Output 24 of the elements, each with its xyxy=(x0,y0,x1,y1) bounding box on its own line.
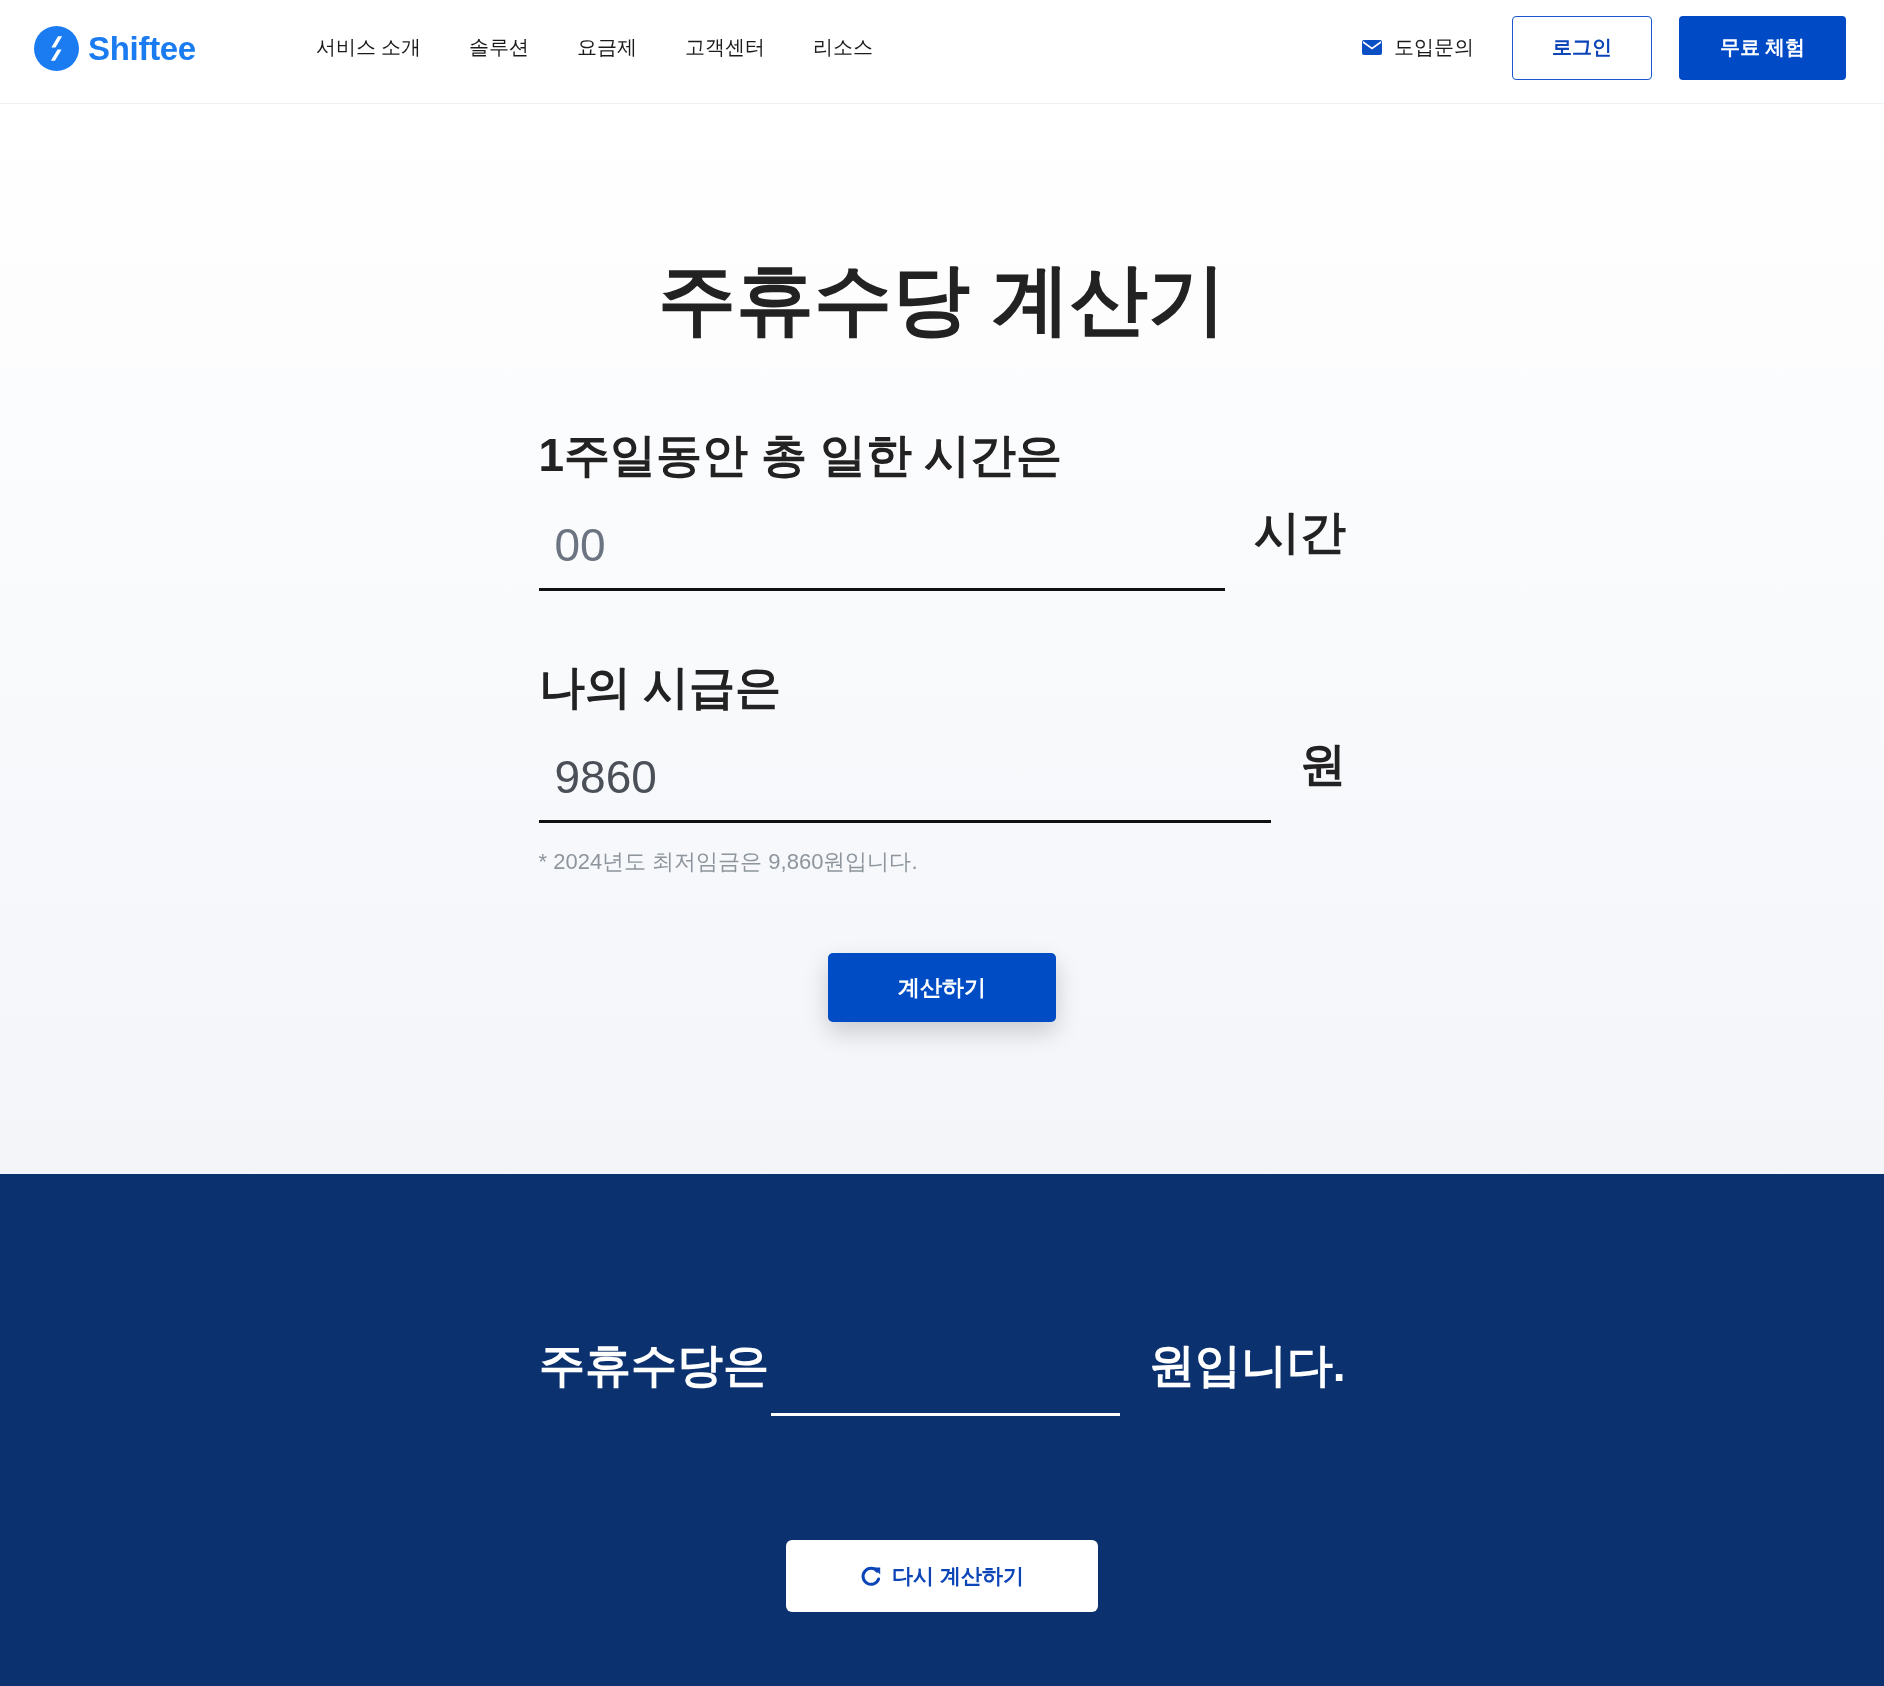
logo-link[interactable]: Shiftee xyxy=(34,24,196,71)
nav-link[interactable]: 고객센터 xyxy=(685,34,766,61)
field-label: 1주일동안 총 일한 시간은 xyxy=(538,428,1064,483)
number-input[interactable]: 00 xyxy=(538,502,1225,591)
logo-icon xyxy=(34,26,79,71)
unit-label: 원 xyxy=(1299,737,1346,792)
field-label: 나의 시급은 xyxy=(538,660,783,715)
number-input[interactable]: 9860 xyxy=(538,734,1271,823)
login-button[interactable]: 로그인 xyxy=(1512,15,1652,80)
page-title: 주휴수당 계산기 xyxy=(658,254,1226,345)
free-trial-button[interactable]: 무료 체험 xyxy=(1679,15,1846,80)
nav-link[interactable]: 리소스 xyxy=(813,34,874,61)
contact-link[interactable]: 도입문의 xyxy=(1362,34,1474,61)
mail-icon xyxy=(1362,40,1382,55)
calculate-button[interactable]: 계산하기 xyxy=(828,953,1056,1022)
unit-label: 시간 xyxy=(1253,505,1346,560)
result-suffix: 원입니다. xyxy=(1148,1338,1346,1393)
nav-link[interactable]: 솔루션 xyxy=(469,34,530,61)
nav-link[interactable]: 요금제 xyxy=(577,34,638,61)
nav-link[interactable]: 서비스 소개 xyxy=(315,34,422,61)
recalculate-button[interactable]: 다시 계산하기 xyxy=(786,1540,1098,1612)
result-prefix: 주휴수당은 xyxy=(538,1338,769,1393)
minimum-wage-note: * 2024년도 최저임금은 9,860원입니다. xyxy=(538,848,919,876)
refresh-icon xyxy=(860,1565,883,1587)
